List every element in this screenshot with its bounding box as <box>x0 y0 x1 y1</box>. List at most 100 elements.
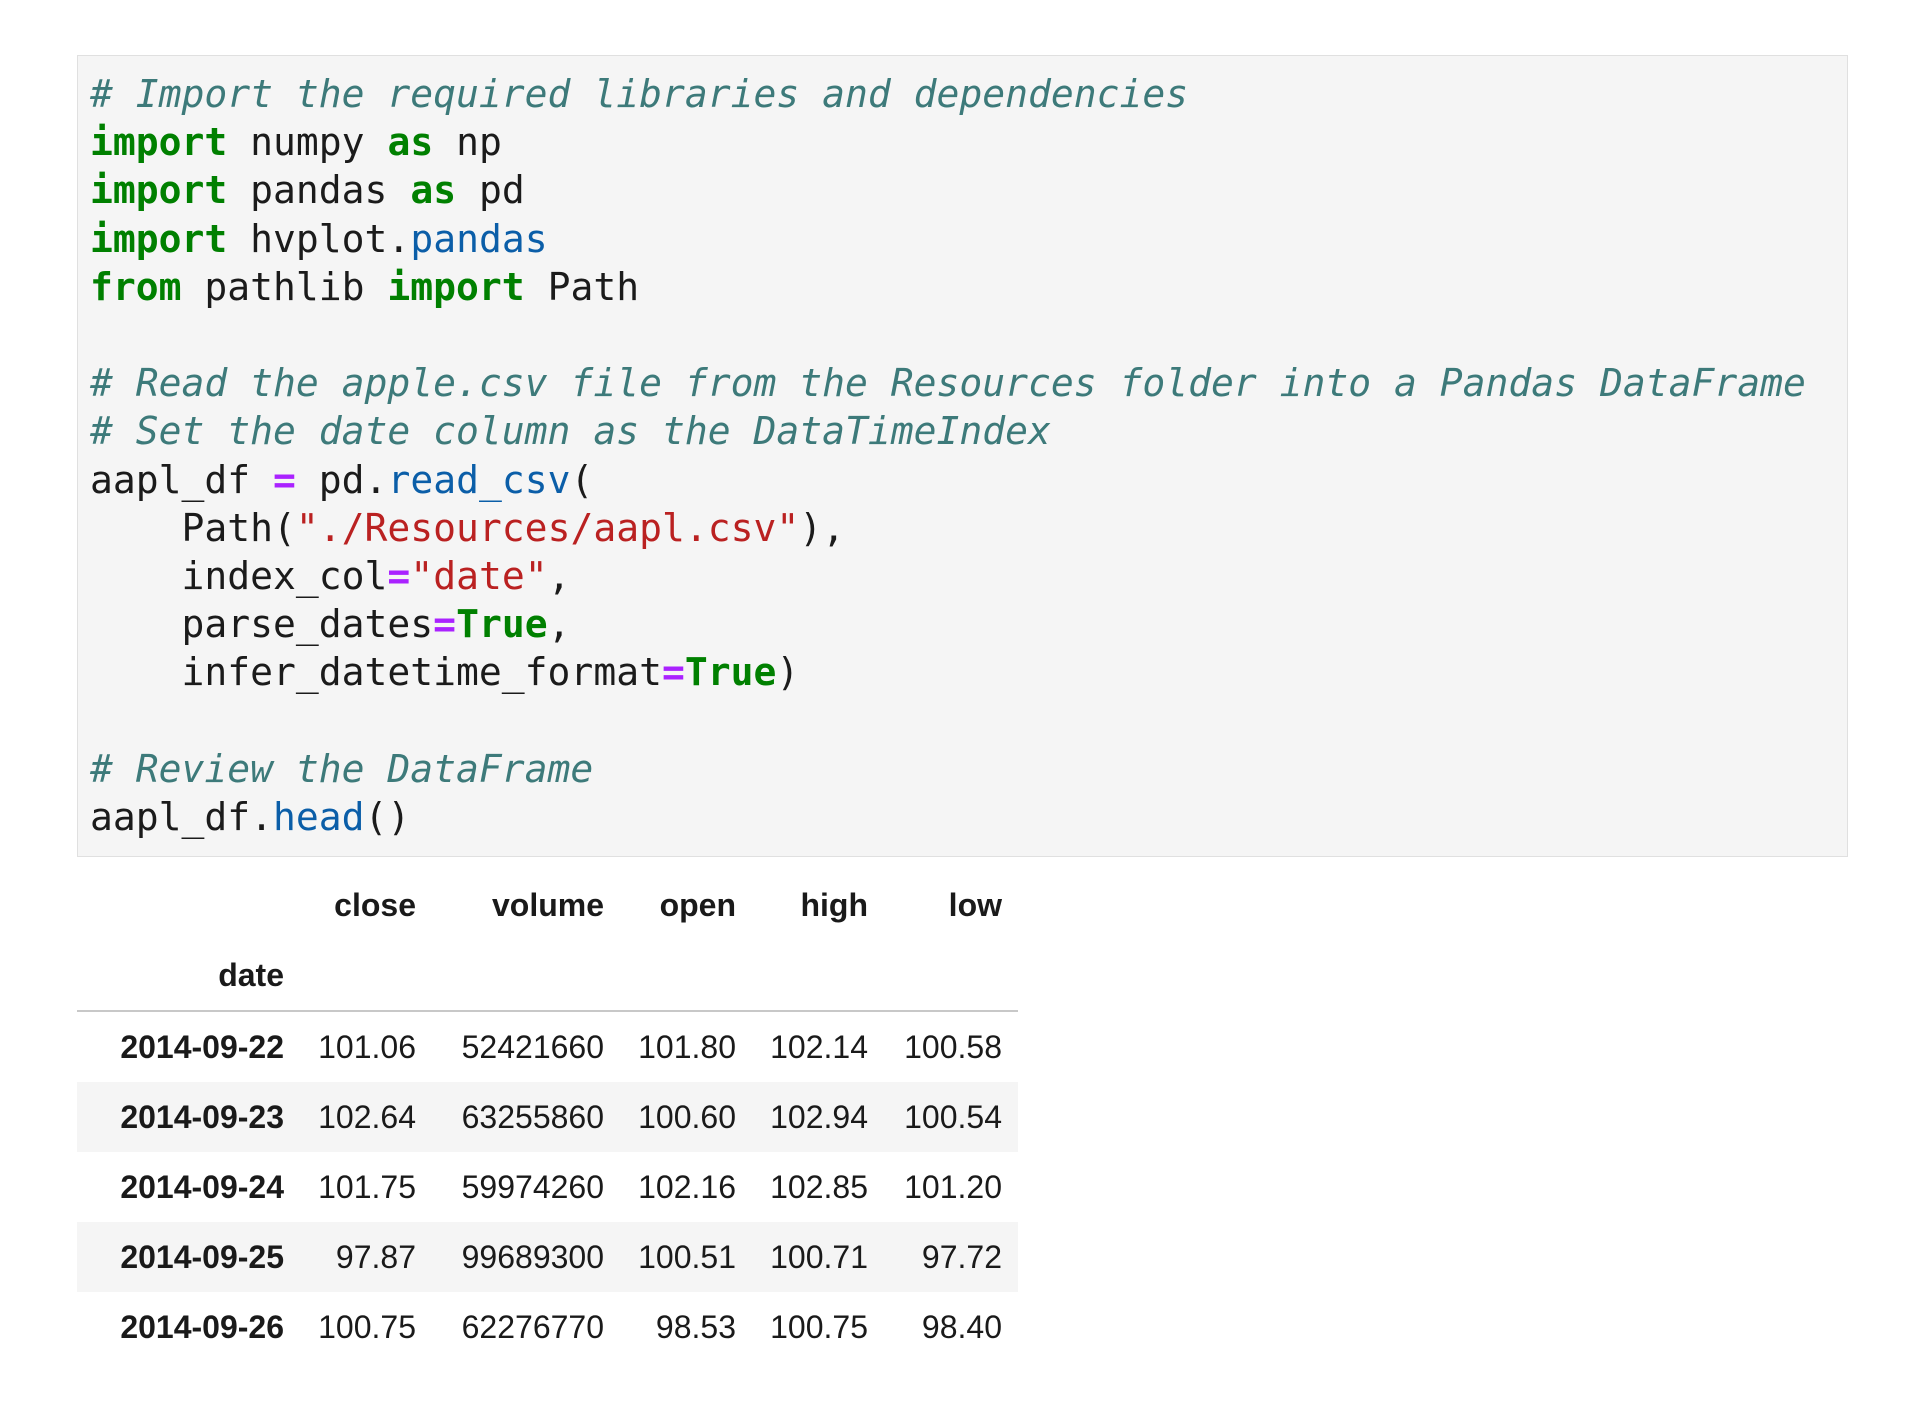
row-index-date: 2014-09-24 <box>120 1168 284 1205</box>
cell-close: 101.06 <box>318 1028 416 1065</box>
code-editor[interactable]: # Import the required libraries and depe… <box>90 70 1806 841</box>
code-text: aapl_df <box>90 457 274 502</box>
cell-close: 101.75 <box>318 1168 416 1205</box>
index-name-header: date <box>77 940 300 1012</box>
cell-high: 100.75 <box>770 1308 868 1345</box>
column-header-row: close volume open high low <box>77 870 1018 940</box>
column-header-close: close <box>334 886 416 923</box>
row-index-date: 2014-09-25 <box>120 1238 284 1275</box>
column-header-volume: volume <box>491 886 604 923</box>
cell-low: 98.40 <box>921 1308 1002 1345</box>
code-text: ) <box>776 650 800 695</box>
code-line: import hvplot.pandas <box>90 215 1806 263</box>
code-text: ), <box>799 505 845 550</box>
empty-header-cell <box>300 940 432 1012</box>
empty-header-cell <box>752 940 884 1012</box>
cell-low: 100.58 <box>904 1028 1002 1065</box>
cell-open: 98.53 <box>655 1308 736 1345</box>
code-comment: # Review the DataFrame <box>90 746 594 791</box>
code-text: parse_dates <box>90 602 434 647</box>
code-text: Path( <box>90 505 296 550</box>
code-text: , <box>547 602 571 647</box>
row-index-date: 2014-09-23 <box>120 1098 284 1135</box>
code-line: # Set the date column as the DataTimeInd… <box>90 407 1806 455</box>
code-operator: = <box>433 602 457 647</box>
cell-volume: 63255860 <box>461 1098 604 1135</box>
row-index-date: 2014-09-22 <box>120 1028 284 1065</box>
empty-header-cell <box>620 940 752 1012</box>
code-keyword: import <box>387 264 525 309</box>
cell-volume: 59974260 <box>461 1168 604 1205</box>
code-line: Path("./Resources/aapl.csv"), <box>90 504 1806 552</box>
code-text: pd. <box>295 457 388 502</box>
code-keyword: True <box>684 650 777 695</box>
code-text: ( <box>570 457 594 502</box>
code-line: aapl_df = pd.read_csv( <box>90 456 1806 504</box>
index-name-row: date <box>77 940 1018 1012</box>
code-line: from pathlib import Path <box>90 263 1806 311</box>
code-keyword: import <box>90 120 228 165</box>
code-line: import pandas as pd <box>90 166 1806 214</box>
cell-high: 102.14 <box>770 1028 868 1065</box>
code-text: pd <box>456 168 525 213</box>
row-index-date: 2014-09-26 <box>120 1308 284 1345</box>
code-keyword: as <box>410 168 457 213</box>
code-text: pandas <box>227 168 411 213</box>
code-operator: = <box>387 553 411 598</box>
code-keyword: as <box>387 120 434 165</box>
table-row: 2014-09-23 102.64 63255860 100.60 102.94… <box>77 1082 1018 1152</box>
code-operator: = <box>273 457 296 502</box>
code-keyword: from <box>90 264 182 309</box>
code-text: () <box>364 794 411 839</box>
code-line: aapl_df.head() <box>90 793 1806 841</box>
code-text: hvplot. <box>227 216 411 261</box>
table-row: 2014-09-26 100.75 62276770 98.53 100.75 … <box>77 1292 1018 1362</box>
table-row: 2014-09-25 97.87 99689300 100.51 100.71 … <box>77 1222 1018 1292</box>
cell-open: 102.16 <box>638 1168 736 1205</box>
code-keyword: True <box>456 602 548 647</box>
code-text: np <box>433 120 502 165</box>
cell-open: 100.51 <box>638 1238 736 1275</box>
code-text: pathlib <box>181 264 388 309</box>
dataframe-output-table: close volume open high low date 2014-09-… <box>77 870 1018 1362</box>
cell-open: 101.80 <box>638 1028 736 1065</box>
code-cell[interactable]: # Import the required libraries and depe… <box>77 55 1848 857</box>
cell-high: 100.71 <box>770 1238 868 1275</box>
column-header-open: open <box>659 886 736 923</box>
cell-high: 102.94 <box>770 1098 868 1135</box>
code-string: "date" <box>410 553 548 598</box>
code-text: , <box>547 553 571 598</box>
code-line: index_col="date", <box>90 552 1806 600</box>
cell-volume: 52421660 <box>461 1028 604 1065</box>
cell-low: 97.72 <box>921 1238 1002 1275</box>
code-string: "./Resources/aapl.csv" <box>295 505 800 550</box>
table-row: 2014-09-24 101.75 59974260 102.16 102.85… <box>77 1152 1018 1222</box>
code-function: pandas <box>410 216 548 261</box>
code-line: # Import the required libraries and depe… <box>90 70 1806 118</box>
cell-open: 100.60 <box>638 1098 736 1135</box>
cell-close: 97.87 <box>335 1238 416 1275</box>
cell-close: 100.75 <box>318 1308 416 1345</box>
code-line: # Read the apple.csv file from the Resou… <box>90 359 1806 407</box>
code-text: numpy <box>227 120 388 165</box>
cell-low: 100.54 <box>904 1098 1002 1135</box>
code-keyword: import <box>90 168 228 213</box>
code-text: index_col <box>90 553 388 598</box>
cell-close: 102.64 <box>318 1098 416 1135</box>
code-comment: # Set the date column as the DataTimeInd… <box>90 409 1051 454</box>
code-function: read_csv <box>387 457 571 502</box>
code-function: head <box>273 794 365 839</box>
code-line: infer_datetime_format=True) <box>90 648 1806 696</box>
column-header-low: low <box>948 886 1002 923</box>
cell-volume: 62276770 <box>461 1308 604 1345</box>
code-line: import numpy as np <box>90 118 1806 166</box>
code-line: parse_dates=True, <box>90 600 1806 648</box>
code-operator: = <box>661 650 685 695</box>
code-text: Path <box>524 264 640 309</box>
code-text: infer_datetime_format <box>90 650 662 695</box>
code-lines: # Import the required libraries and depe… <box>90 70 1806 841</box>
table-row: 2014-09-22 101.06 52421660 101.80 102.14… <box>77 1011 1018 1082</box>
code-comment: # Import the required libraries and depe… <box>90 72 1189 116</box>
